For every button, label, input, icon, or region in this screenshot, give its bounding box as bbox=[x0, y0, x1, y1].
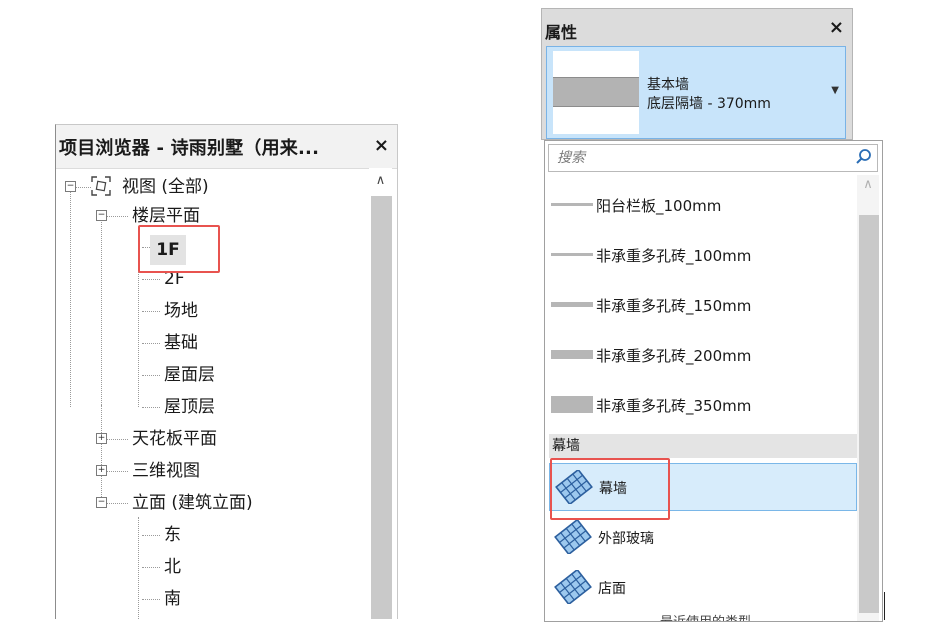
tree-connector bbox=[106, 503, 128, 504]
tree-connector bbox=[142, 407, 160, 408]
list-item-wall-type[interactable]: 非承重多孔砖_350mm bbox=[551, 383, 851, 427]
list-item-label: 非承重多孔砖_100mm bbox=[596, 247, 752, 265]
tree-connector bbox=[106, 471, 128, 472]
tree-node-label: 东 bbox=[164, 525, 181, 545]
project-browser-title: 项目浏览器 - 诗雨别墅（用来... bbox=[59, 138, 320, 159]
tree-item-north[interactable]: 北 bbox=[164, 553, 181, 581]
list-item-wall-type[interactable]: 阳台栏板_100mm bbox=[551, 183, 851, 227]
tree-connector bbox=[101, 405, 102, 505]
search-icon[interactable] bbox=[855, 148, 873, 166]
collapse-icon[interactable]: − bbox=[96, 210, 107, 221]
scroll-up-icon[interactable]: ∧ bbox=[857, 177, 879, 192]
type-search-box[interactable] bbox=[548, 144, 878, 172]
tree-node-label: 北 bbox=[164, 557, 181, 577]
curtain-wall-icon bbox=[554, 520, 592, 554]
type-family: 基本墙 bbox=[647, 77, 689, 93]
tree-item-roof-level[interactable]: 屋面层 bbox=[164, 361, 215, 389]
wall-swatch-icon bbox=[551, 203, 593, 206]
tree-node-elevations[interactable]: 立面 (建筑立面) bbox=[132, 489, 253, 517]
tree-node-label: 基础 bbox=[164, 333, 198, 353]
tree-node-label: 南 bbox=[164, 589, 181, 609]
expand-icon[interactable]: + bbox=[96, 433, 107, 444]
list-item-label: 店面 bbox=[598, 581, 626, 597]
list-item-cut-off: 最近使用的类型 bbox=[660, 611, 751, 621]
highlight-box bbox=[550, 458, 670, 520]
tree-connector bbox=[70, 187, 71, 407]
list-item-label: 非承重多孔砖_150mm bbox=[596, 297, 752, 315]
type-dropdown-list: 阳台栏板_100mm 非承重多孔砖_100mm 非承重多孔砖_150mm 非承重… bbox=[544, 140, 883, 622]
close-icon[interactable]: × bbox=[829, 17, 844, 38]
tree-node-label: 天花板平面 bbox=[132, 429, 217, 449]
tree-connector bbox=[101, 215, 102, 405]
wall-swatch-icon bbox=[551, 302, 593, 307]
tree-node-ceiling-plans[interactable]: 天花板平面 bbox=[132, 425, 217, 453]
tree-connector bbox=[75, 187, 91, 188]
tree-node-label: 场地 bbox=[164, 301, 198, 321]
wall-swatch-icon bbox=[551, 396, 593, 413]
list-item-label: 阳台栏板_100mm bbox=[596, 197, 722, 215]
list-item-wall-type[interactable]: 非承重多孔砖_200mm bbox=[551, 333, 851, 377]
type-selector[interactable]: 基本墙 底层隔墙 - 370mm ▼ bbox=[546, 46, 846, 139]
curtain-wall-icon bbox=[554, 570, 592, 604]
tree-node-label: 视图 (全部) bbox=[122, 177, 209, 197]
tree-item-site[interactable]: 场地 bbox=[164, 297, 198, 325]
group-header-curtain-wall: 幕墙 bbox=[549, 434, 857, 458]
tree-node-label: 立面 (建筑立面) bbox=[132, 493, 253, 513]
close-icon[interactable]: × bbox=[374, 135, 389, 156]
view-icon bbox=[91, 176, 111, 196]
properties-panel: 属性 × 基本墙 底层隔墙 - 370mm ▼ bbox=[541, 8, 853, 140]
type-name: 底层隔墙 - 370mm bbox=[647, 96, 771, 112]
project-browser-titlebar: 项目浏览器 - 诗雨别墅（用来... × bbox=[56, 125, 397, 169]
dropdown-arrow-icon[interactable]: ▼ bbox=[831, 85, 839, 96]
properties-title: 属性 bbox=[545, 23, 578, 42]
list-item-curtain-wall[interactable]: 外部玻璃 bbox=[549, 514, 855, 560]
tree-node-label: 三维视图 bbox=[132, 461, 200, 481]
tree-connector bbox=[142, 535, 160, 536]
tree-scrollbar[interactable]: ∧ bbox=[369, 168, 392, 619]
tree-item-south[interactable]: 南 bbox=[164, 585, 181, 613]
tree-item-foundation[interactable]: 基础 bbox=[164, 329, 198, 357]
collapse-icon[interactable]: − bbox=[96, 497, 107, 508]
list-scrollbar[interactable]: ∧ ∨ bbox=[857, 175, 879, 621]
tree-connector bbox=[142, 311, 160, 312]
list-item-wall-type[interactable]: 非承重多孔砖_100mm bbox=[551, 233, 851, 277]
type-search-input[interactable] bbox=[555, 148, 849, 168]
project-browser-panel: 项目浏览器 - 诗雨别墅（用来... × − − + + − 视图 (全部) 楼… bbox=[55, 124, 398, 619]
collapse-icon[interactable]: − bbox=[65, 181, 76, 192]
tree-connector bbox=[106, 439, 128, 440]
tree-node-views[interactable]: 视图 (全部) bbox=[122, 173, 209, 201]
list-item-label: 外部玻璃 bbox=[598, 531, 654, 547]
tree-connector bbox=[106, 216, 128, 217]
divider bbox=[884, 592, 885, 620]
wall-swatch-icon bbox=[551, 350, 593, 359]
expand-icon[interactable]: + bbox=[96, 465, 107, 476]
tree-connector bbox=[142, 599, 160, 600]
wall-preview-icon bbox=[553, 51, 639, 134]
tree-connector bbox=[142, 375, 160, 376]
scroll-up-icon[interactable]: ∧ bbox=[369, 172, 392, 190]
tree-connector bbox=[138, 517, 139, 619]
scroll-thumb[interactable] bbox=[371, 196, 392, 619]
list-item-curtain-wall[interactable]: 店面 bbox=[549, 564, 855, 610]
tree-node-label: 屋面层 bbox=[164, 365, 215, 385]
wall-swatch-icon bbox=[551, 253, 593, 256]
list-item-label: 非承重多孔砖_200mm bbox=[596, 347, 752, 365]
tree-connector bbox=[142, 343, 160, 344]
highlight-box bbox=[138, 225, 220, 273]
tree-node-label: 屋顶层 bbox=[164, 397, 215, 417]
scroll-thumb[interactable] bbox=[859, 215, 879, 613]
tree-node-3d-views[interactable]: 三维视图 bbox=[132, 457, 200, 485]
tree-connector bbox=[142, 279, 160, 280]
tree-item-east[interactable]: 东 bbox=[164, 521, 181, 549]
list-item-label: 非承重多孔砖_350mm bbox=[596, 397, 752, 415]
tree-connector bbox=[142, 567, 160, 568]
list-item-wall-type[interactable]: 非承重多孔砖_150mm bbox=[551, 283, 851, 327]
tree-item-roof-top[interactable]: 屋顶层 bbox=[164, 393, 215, 421]
